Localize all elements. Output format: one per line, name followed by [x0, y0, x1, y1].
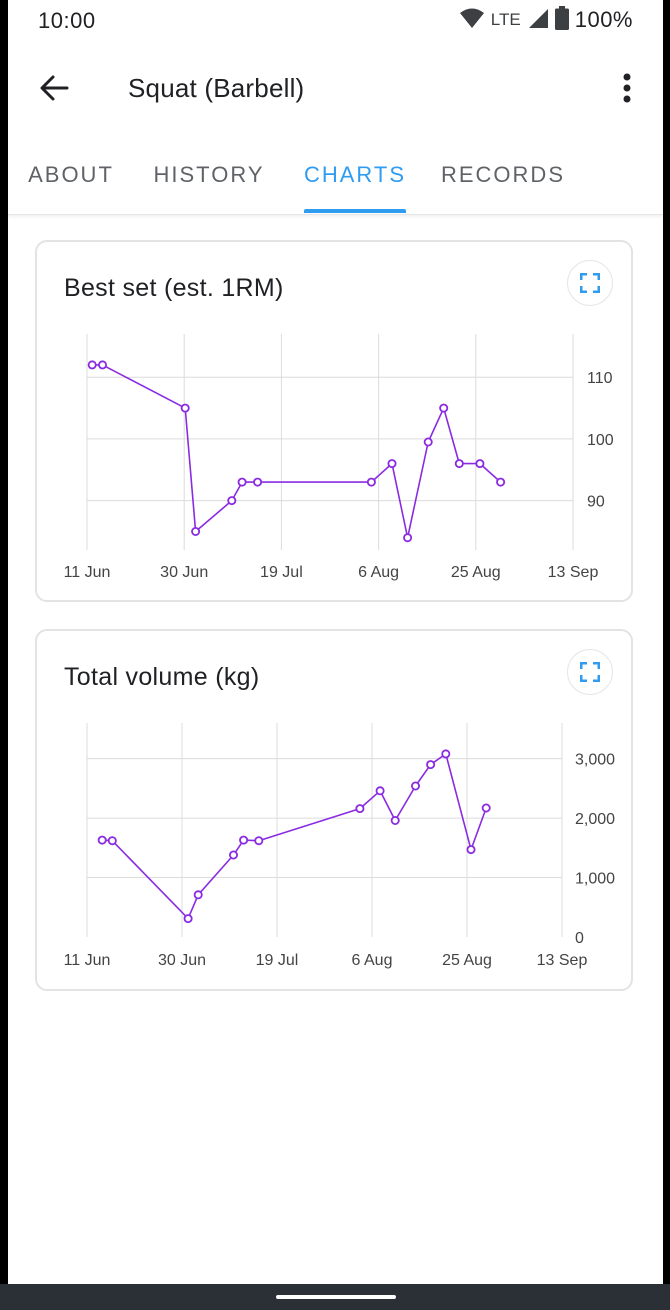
status-icons: LTE 100%: [459, 5, 633, 35]
x-tick-label: 25 Aug: [451, 564, 501, 581]
tab-charts[interactable]: CHARTS: [296, 138, 414, 214]
data-point[interactable]: [441, 749, 451, 759]
total-volume-card: Total volume (kg) 11 Jun 30 Jun 19 Jul 6 Au…: [35, 629, 633, 991]
x-tick-label: 30 Jun: [158, 952, 206, 969]
data-point[interactable]: [355, 804, 365, 814]
x-tick-label: 19 Jul: [260, 564, 303, 581]
more-vert-icon: [623, 73, 631, 103]
best-set-card: Best set (est. 1RM) 11 Jun 30 Jun 19 Jul 6 …: [35, 240, 633, 602]
data-point[interactable]: [228, 850, 238, 860]
x-tick-label: 13 Sep: [548, 564, 599, 581]
data-point[interactable]: [239, 835, 249, 845]
status-time: 10:00: [38, 8, 96, 33]
data-point[interactable]: [410, 781, 420, 791]
x-tick-label: 25 Aug: [442, 952, 492, 969]
y-tick-label: 100: [587, 432, 614, 449]
data-point[interactable]: [87, 360, 97, 370]
tab-records[interactable]: RECORDS: [438, 138, 568, 214]
cell-signal-icon: [527, 7, 549, 34]
data-point[interactable]: [375, 786, 385, 796]
home-handle[interactable]: [276, 1295, 396, 1299]
system-nav-bar: [0, 1284, 670, 1310]
data-point[interactable]: [390, 815, 400, 825]
app-bar: Squat (Barbell): [8, 48, 663, 128]
best-set-chart: 11 Jun 30 Jun 19 Jul 6 Aug 25 Aug 13 Sep 90 100…: [64, 334, 614, 581]
y-tick-label: 2,000: [575, 811, 615, 828]
page-title: Squat (Barbell): [128, 73, 305, 103]
data-point[interactable]: [107, 836, 117, 846]
data-point[interactable]: [454, 459, 464, 469]
data-point[interactable]: [366, 477, 376, 487]
data-point[interactable]: [97, 835, 107, 845]
data-point[interactable]: [496, 477, 506, 487]
data-point[interactable]: [387, 459, 397, 469]
data-point[interactable]: [403, 533, 413, 543]
series-line: [102, 753, 487, 920]
tab-about[interactable]: ABOUT: [8, 138, 134, 214]
x-tick-label: 30 Jun: [160, 564, 208, 581]
x-tick-label: 19 Jul: [256, 952, 299, 969]
battery-percent: 100%: [574, 7, 633, 32]
more-options-button[interactable]: [603, 64, 651, 112]
tab-bar: ABOUT HISTORY CHARTS RECORDS: [8, 138, 663, 215]
arrow-back-icon: [40, 75, 69, 101]
data-point[interactable]: [227, 496, 237, 506]
y-tick-label: 1,000: [575, 871, 615, 888]
x-tick-label: 11 Jun: [64, 952, 111, 969]
y-tick-label: 110: [587, 370, 613, 387]
x-tick-label: 13 Sep: [537, 952, 588, 969]
data-point[interactable]: [426, 760, 436, 770]
status-bar: 10:00 LTE 100%: [8, 0, 663, 40]
data-point[interactable]: [180, 403, 190, 413]
y-tick-label: 3,000: [575, 752, 615, 769]
data-point[interactable]: [423, 437, 433, 447]
data-point[interactable]: [439, 403, 449, 413]
data-point[interactable]: [183, 914, 193, 924]
data-point[interactable]: [193, 890, 203, 900]
battery-icon: [554, 5, 569, 35]
back-button[interactable]: [26, 64, 82, 112]
app-screen: 10:00 LTE 100% Squat (Barbell) ABOUT HIS…: [8, 0, 663, 1284]
tab-indicator: [304, 209, 406, 213]
data-point[interactable]: [466, 845, 476, 855]
data-point[interactable]: [254, 836, 264, 846]
total-volume-chart: 11 Jun 30 Jun 19 Jul 6 Aug 25 Aug 13 Sep 0 1,00…: [64, 723, 615, 969]
x-tick-label: 11 Jun: [64, 564, 111, 581]
tab-history[interactable]: HISTORY: [146, 138, 272, 214]
data-point[interactable]: [475, 459, 485, 469]
x-tick-label: 6 Aug: [358, 564, 399, 581]
y-tick-label: 0: [575, 930, 584, 947]
data-point[interactable]: [253, 477, 263, 487]
series-line: [92, 364, 502, 539]
data-point[interactable]: [191, 526, 201, 536]
data-point[interactable]: [481, 803, 491, 813]
y-tick-label: 90: [587, 494, 605, 511]
network-type: LTE: [490, 10, 521, 29]
data-point[interactable]: [98, 360, 108, 370]
wifi-icon: [459, 7, 485, 34]
x-tick-label: 6 Aug: [352, 952, 393, 969]
data-point[interactable]: [237, 477, 247, 487]
